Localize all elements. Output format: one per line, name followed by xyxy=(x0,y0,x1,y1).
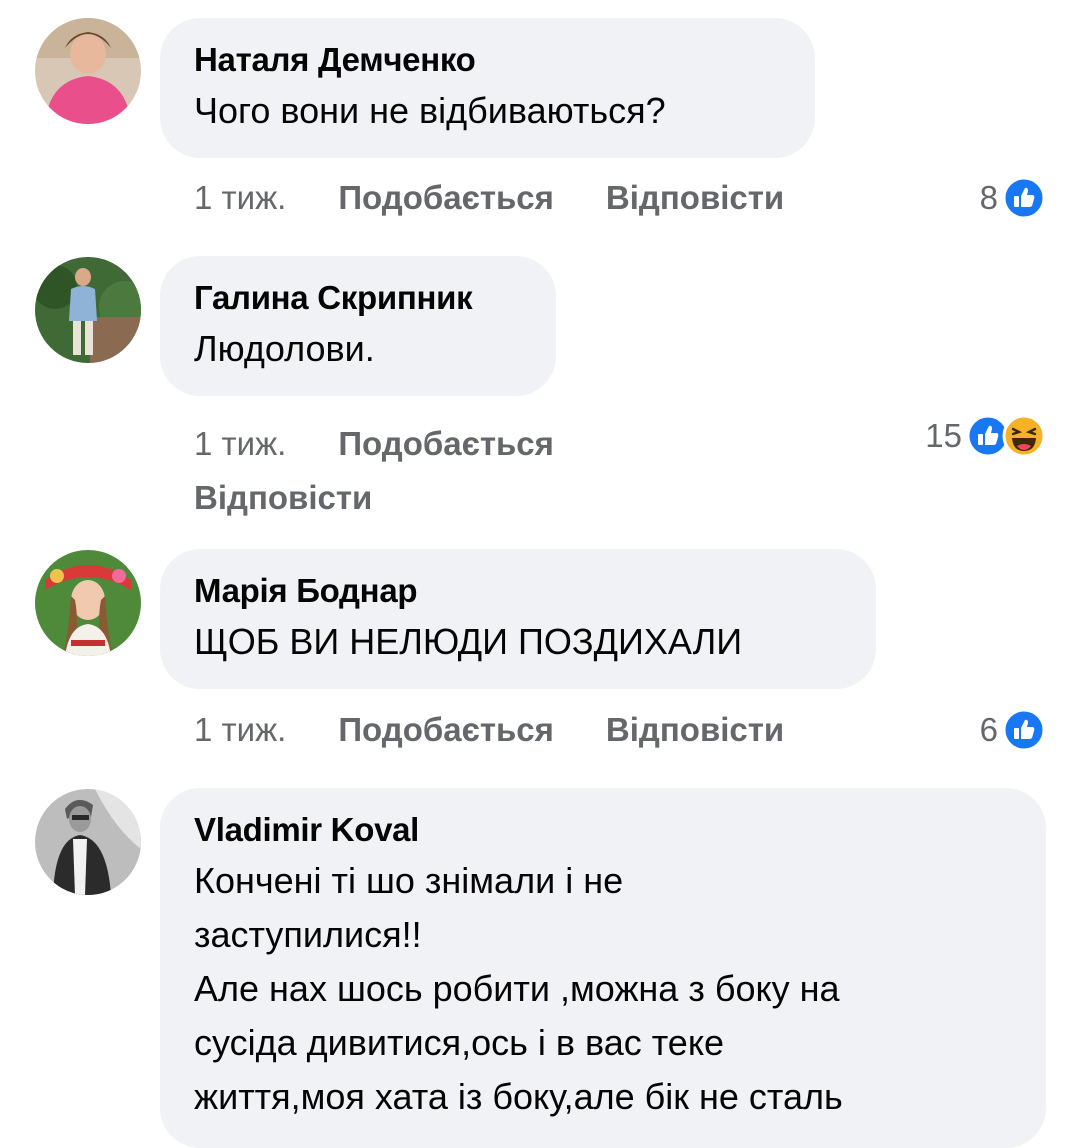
comment-actions: 1 тиж. Подобається Відповісти xyxy=(194,710,784,750)
comment-text-line: заступилися!! xyxy=(194,914,422,955)
like-icon xyxy=(1002,708,1046,752)
like-icon xyxy=(1002,176,1046,220)
comment-text: Кончені ті шо знімали і не заступилися!!… xyxy=(194,854,1012,1124)
comment-bubble: Галина Скрипник Людолови. xyxy=(160,256,556,396)
comment-text-line: життя,моя хата із боку,але бік не сталь xyxy=(194,1076,843,1117)
avatar[interactable] xyxy=(35,789,141,895)
comment-author[interactable]: Наталя Демченко xyxy=(194,40,781,80)
reply-button[interactable]: Відповісти xyxy=(606,711,784,748)
like-button[interactable]: Подобається xyxy=(338,425,554,462)
comment-bubble: Vladimir Koval Кончені ті шо знімали і н… xyxy=(160,788,1046,1148)
comment-text: Чого вони не відбиваються? xyxy=(194,84,781,138)
avatar-photo xyxy=(35,257,141,363)
comment-actions: 1 тиж. Подобається Відповісти xyxy=(194,178,784,218)
reaction-count: 6 xyxy=(979,711,998,748)
comment-author[interactable]: Vladimir Koval xyxy=(194,810,1012,850)
comment-text: Людолови. xyxy=(194,322,522,376)
comment-author[interactable]: Марія Боднар xyxy=(194,571,842,611)
reaction-summary[interactable]: 6 xyxy=(980,708,1046,752)
comment-text: ЩОБ ВИ НЕЛЮДИ ПОЗДИХАЛИ xyxy=(194,615,842,669)
avatar[interactable] xyxy=(35,257,141,363)
comment-actions: 1 тиж. Подобається Відповісти xyxy=(194,417,554,525)
comment-time[interactable]: 1 тиж. xyxy=(194,425,286,462)
comment-author[interactable]: Галина Скрипник xyxy=(194,278,522,318)
reply-button[interactable]: Відповісти xyxy=(606,179,784,216)
like-button[interactable]: Подобається xyxy=(338,711,554,748)
like-button[interactable]: Подобається xyxy=(338,179,554,216)
reply-button[interactable]: Відповісти xyxy=(194,479,372,516)
comment-time[interactable]: 1 тиж. xyxy=(194,711,286,748)
avatar[interactable] xyxy=(35,550,141,656)
haha-icon xyxy=(1002,414,1046,458)
comment-text-line: Чого вони не відбиваються? xyxy=(194,90,666,131)
avatar-photo xyxy=(35,18,141,124)
comment-text-line: сусіда дивитися,ось і в вас теке xyxy=(194,1022,724,1063)
comment-text-line: Кончені ті шо знімали і не xyxy=(194,860,624,901)
avatar[interactable] xyxy=(35,18,141,124)
comment-text-line: Але нах шось робити ,можна з боку на xyxy=(194,968,840,1009)
comment-text-line: Людолови. xyxy=(194,328,375,369)
avatar-photo xyxy=(35,550,141,656)
reaction-count: 15 xyxy=(925,417,962,454)
comment-bubble: Наталя Демченко Чого вони не відбиваютьс… xyxy=(160,18,815,158)
comment-text-line: ЩОБ ВИ НЕЛЮДИ ПОЗДИХАЛИ xyxy=(194,621,743,662)
comment-time[interactable]: 1 тиж. xyxy=(194,179,286,216)
reaction-count: 8 xyxy=(979,179,998,216)
avatar-photo xyxy=(35,789,141,895)
reaction-summary[interactable]: 8 xyxy=(980,176,1046,220)
reaction-summary[interactable]: 15 xyxy=(925,414,1046,458)
comment-bubble: Марія Боднар ЩОБ ВИ НЕЛЮДИ ПОЗДИХАЛИ xyxy=(160,549,876,689)
